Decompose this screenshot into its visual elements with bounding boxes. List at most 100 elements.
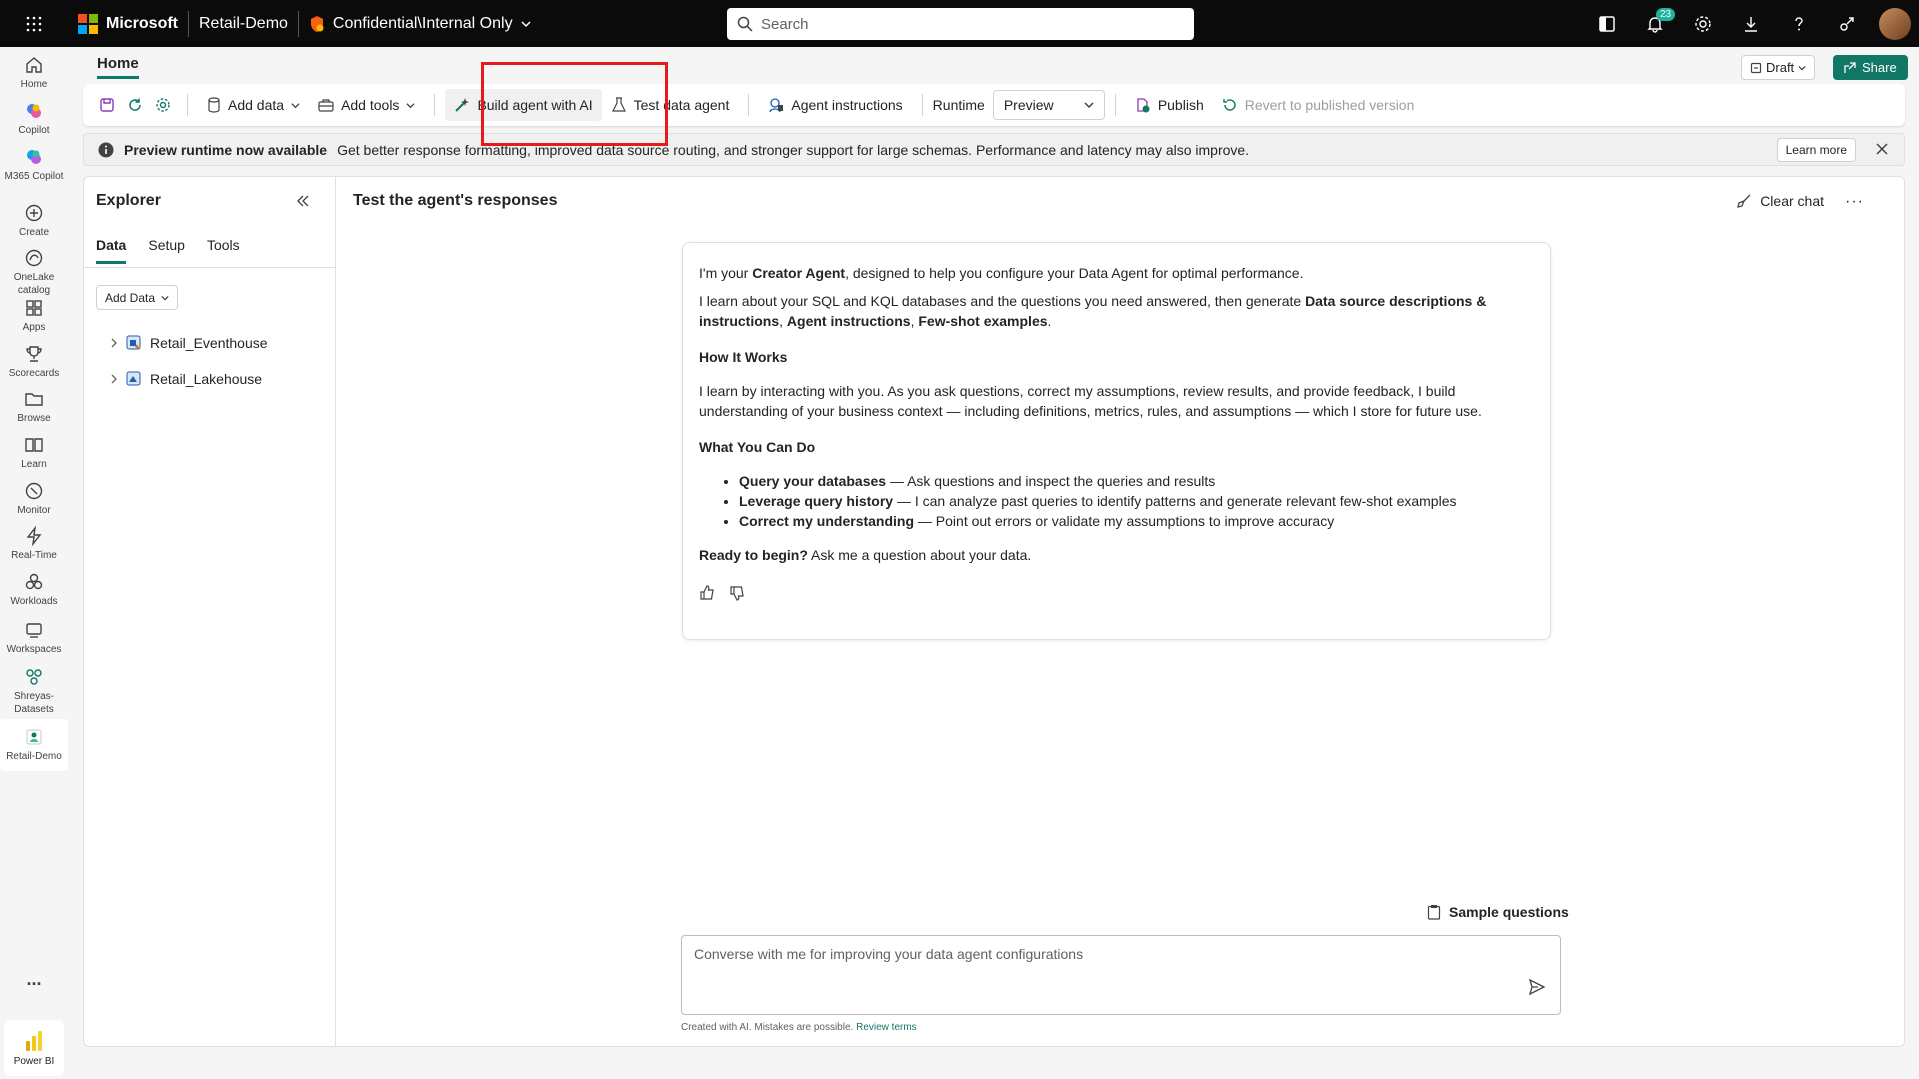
refresh-button[interactable]	[121, 89, 149, 121]
nav-item-scorecards[interactable]: Scorecards	[0, 344, 68, 380]
microsoft-logo-icon	[78, 13, 98, 34]
tree-item-label: Retail_Lakehouse	[150, 371, 263, 387]
agent-instructions-button[interactable]: Agent instructions	[759, 89, 911, 121]
gear-icon	[1695, 15, 1711, 32]
test-agent-label: Test data agent	[633, 97, 730, 113]
feedback-button[interactable]	[1823, 0, 1871, 47]
tab-home[interactable]: Home	[97, 55, 139, 79]
revert-button[interactable]: Revert to published version	[1213, 89, 1424, 121]
test-data-agent-button[interactable]: Test data agent	[602, 89, 739, 121]
divider	[84, 267, 335, 268]
nav-label: Workspaces	[6, 644, 62, 655]
share-button[interactable]: Share	[1833, 55, 1908, 80]
text: I learn about your SQL and KQL databases…	[699, 293, 1306, 309]
text-bold: Correct my understanding	[739, 513, 915, 529]
publish-label: Publish	[1157, 97, 1204, 113]
panel-toggle-button[interactable]	[1583, 0, 1631, 47]
thumbs-up-icon[interactable]	[699, 585, 715, 601]
search-input[interactable]: Search	[727, 8, 1194, 40]
text-bold: Creator Agent	[752, 265, 846, 281]
onelake-icon	[25, 249, 43, 267]
chat-input[interactable]: Converse with me for improving your data…	[681, 935, 1561, 1015]
learn-paragraph: I learn about your SQL and KQL databases…	[699, 293, 1487, 329]
sample-questions-button[interactable]: Sample questions	[1427, 904, 1569, 920]
chevron-down-icon	[406, 102, 416, 108]
workspace-name[interactable]: Retail-Demo	[199, 15, 288, 33]
share-feedback-icon	[1840, 16, 1854, 31]
chevron-right-icon[interactable]	[110, 374, 118, 384]
settings-button[interactable]	[1679, 0, 1727, 47]
home-icon	[26, 57, 42, 73]
agent-message: I'm your Creator Agent, designed to help…	[682, 242, 1551, 640]
clear-chat-button[interactable]: Clear chat	[1736, 193, 1824, 209]
add-data-button[interactable]: Add data	[198, 89, 309, 121]
main-area: Home Draft Share Add data Add tools Buil…	[83, 47, 1908, 1079]
draft-dropdown[interactable]: Draft	[1741, 55, 1816, 80]
microsoft-logo[interactable]: Microsoft	[78, 13, 178, 34]
tree-item-lakehouse[interactable]: Retail_Lakehouse	[110, 361, 268, 397]
app-launcher-button[interactable]	[0, 0, 68, 47]
divider	[434, 94, 436, 116]
thumbs-down-icon[interactable]	[729, 585, 745, 601]
nav-label: Browse	[17, 413, 51, 424]
powerbi-icon	[26, 1031, 42, 1051]
explorer-title: Explorer	[96, 192, 161, 209]
tree-item-eventhouse[interactable]: Retail_Eventhouse	[110, 325, 268, 361]
share-label: Share	[1862, 60, 1897, 75]
nav-item-workloads[interactable]: Workloads	[0, 572, 68, 608]
close-icon[interactable]	[1874, 141, 1890, 157]
tab-tools[interactable]: Tools	[207, 237, 240, 264]
divider	[921, 94, 923, 116]
help-button[interactable]	[1775, 0, 1823, 47]
nav-item-monitor[interactable]: Monitor	[0, 481, 68, 517]
more-options-button[interactable]: ···	[1845, 193, 1864, 211]
runtime-value: Preview	[1003, 97, 1054, 113]
data-source-tree: Retail_Eventhouse Retail_Lakehouse	[110, 325, 268, 397]
nav-item-workspaces[interactable]: Workspaces	[0, 620, 68, 656]
nav-item-learn[interactable]: Learn	[0, 435, 68, 471]
add-data-dropdown[interactable]: Add Data	[96, 285, 179, 310]
brand-name: Microsoft	[106, 14, 178, 32]
nav-label: M365 Copilot	[4, 171, 64, 182]
sensitivity-label[interactable]: Confidential\Internal Only	[309, 15, 531, 33]
publish-button[interactable]: Publish	[1126, 89, 1213, 121]
refresh-icon	[129, 98, 141, 111]
learn-more-button[interactable]: Learn more	[1776, 138, 1856, 162]
nav-item-shreyas-datasets[interactable]: Shreyas-Datasets	[0, 667, 68, 716]
banner-title: Preview runtime now available	[124, 141, 328, 158]
settings-button[interactable]	[149, 89, 177, 121]
sensitivity-shield-icon	[310, 15, 324, 32]
send-icon[interactable]	[1528, 978, 1546, 996]
tab-setup[interactable]: Setup	[148, 237, 185, 264]
ready-paragraph: Ready to begin? Ask me a question about …	[699, 545, 1534, 565]
nav-item-apps[interactable]: Apps	[0, 298, 68, 334]
build-agent-with-ai-button[interactable]: Build agent with AI	[445, 89, 602, 121]
review-terms-link[interactable]: Review terms	[856, 1022, 917, 1033]
runtime-select[interactable]: Preview	[992, 90, 1105, 120]
nav-item-home[interactable]: Home	[0, 55, 68, 91]
nav-item-create[interactable]: Create	[0, 203, 68, 239]
chevron-right-icon[interactable]	[110, 338, 118, 348]
add-tools-button[interactable]: Add tools	[309, 89, 424, 121]
nav-item-browse[interactable]: Browse	[0, 389, 68, 425]
copilot-icon	[27, 104, 41, 118]
more-nav-button[interactable]: ...	[0, 969, 68, 990]
collapse-icon[interactable]	[296, 194, 310, 208]
nav-item-copilot[interactable]: Copilot	[0, 101, 68, 137]
text: Ask me a question about your data.	[807, 547, 1032, 563]
folder-icon	[25, 393, 43, 406]
download-button[interactable]	[1727, 0, 1775, 47]
nav-label: Real-Time	[11, 550, 57, 561]
text: I'm your	[699, 265, 753, 281]
powerbi-switcher[interactable]: Power BI	[4, 1020, 64, 1076]
divider	[188, 10, 189, 37]
nav-item-retail-demo[interactable]: Retail-Demo	[0, 719, 68, 771]
tab-data[interactable]: Data	[96, 237, 127, 264]
nav-item-real-time[interactable]: Real-Time	[0, 526, 68, 562]
save-button[interactable]	[93, 89, 121, 121]
notifications-button[interactable]: 23	[1631, 0, 1679, 47]
text: — I can analyze past queries to identify…	[893, 493, 1457, 509]
user-avatar[interactable]	[1879, 7, 1911, 40]
nav-item-m365-copilot[interactable]: M365 Copilot	[0, 147, 68, 183]
nav-item-onelake-catalog[interactable]: OneLake catalog	[0, 248, 68, 297]
